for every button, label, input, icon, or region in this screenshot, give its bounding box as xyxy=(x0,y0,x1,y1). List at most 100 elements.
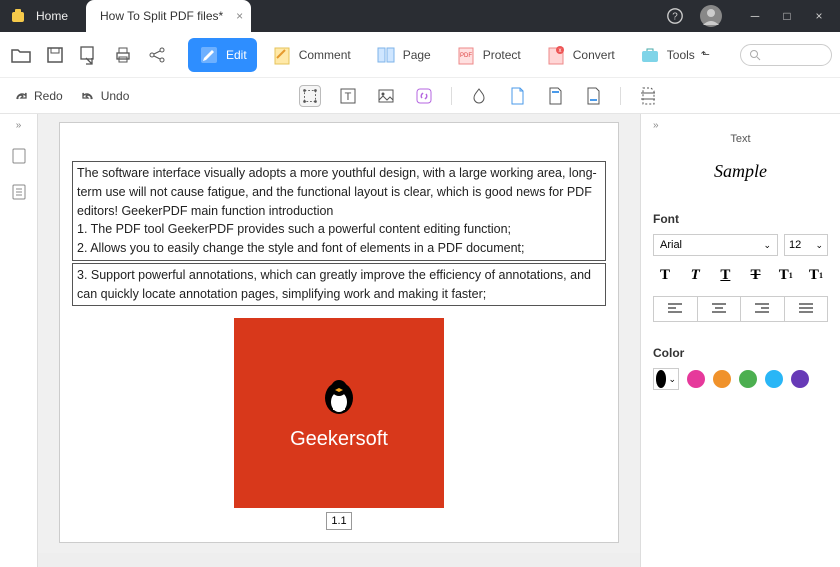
tab-edit-label: Edit xyxy=(226,48,247,62)
help-icon[interactable]: ? xyxy=(666,7,684,25)
convert-icon: x xyxy=(545,44,567,66)
document-scroll[interactable]: The software interface visually adopts a… xyxy=(38,114,640,553)
underline-button[interactable]: T xyxy=(713,264,737,286)
select-tool-icon[interactable] xyxy=(299,85,321,107)
svg-text:PDF: PDF xyxy=(460,53,472,59)
tab-protect-label: Protect xyxy=(483,48,521,62)
tab-convert[interactable]: x Convert xyxy=(535,38,625,72)
tab-comment[interactable]: Comment xyxy=(261,38,361,72)
outline-icon[interactable] xyxy=(8,181,30,203)
collapse-left-icon[interactable]: » xyxy=(16,120,22,131)
color-row: ⌄ xyxy=(653,368,828,390)
page-footer-icon[interactable] xyxy=(582,85,604,107)
logo-image[interactable]: Geekersoft xyxy=(234,318,444,508)
italic-button[interactable]: T xyxy=(683,264,707,286)
tab-tools-label: Tools xyxy=(667,48,695,62)
align-left-button[interactable] xyxy=(654,297,698,321)
separator xyxy=(451,87,452,105)
svg-text:?: ? xyxy=(672,12,678,23)
home-label[interactable]: Home xyxy=(36,9,68,23)
color-section-label: Color xyxy=(653,346,828,360)
undo-label: Undo xyxy=(101,89,130,103)
text-tool-icon[interactable]: T xyxy=(337,85,359,107)
sample-preview: Sample xyxy=(653,161,828,182)
protect-icon: PDF xyxy=(455,44,477,66)
chevron-down-icon: ⌄ xyxy=(815,240,823,251)
minimize-button[interactable]: ─ xyxy=(746,7,764,25)
watermark-icon[interactable] xyxy=(468,85,490,107)
superscript-button[interactable]: T1 xyxy=(774,264,798,286)
color-swatch[interactable] xyxy=(791,370,809,388)
page-number: 1.1 xyxy=(326,512,352,530)
crop-icon[interactable] xyxy=(637,85,659,107)
align-right-button[interactable] xyxy=(741,297,785,321)
tab-edit[interactable]: Edit xyxy=(188,38,257,72)
redo-label: Redo xyxy=(34,89,63,103)
align-center-button[interactable] xyxy=(698,297,742,321)
separator xyxy=(620,87,621,105)
ribbon: Edit Comment Page PDF Protect x Convert … xyxy=(0,32,840,78)
document-area: The software interface visually adopts a… xyxy=(38,114,640,567)
color-swatch[interactable] xyxy=(739,370,757,388)
edit-icon xyxy=(198,44,220,66)
undo-icon xyxy=(81,89,95,103)
avatar[interactable] xyxy=(700,5,722,27)
search-input[interactable] xyxy=(740,44,832,66)
page: The software interface visually adopts a… xyxy=(59,122,619,543)
close-icon[interactable]: × xyxy=(236,9,243,23)
logo-text: Geekersoft xyxy=(290,428,388,451)
tab-page-label: Page xyxy=(403,48,431,62)
strikethrough-button[interactable]: T xyxy=(744,264,768,286)
save-icon[interactable] xyxy=(44,44,66,66)
current-color-picker[interactable]: ⌄ xyxy=(653,368,679,390)
edit-toolbar: Redo Undo T xyxy=(0,78,840,114)
font-size-value: 12 xyxy=(789,239,801,251)
color-swatch[interactable] xyxy=(765,370,783,388)
collapse-right-icon[interactable]: » xyxy=(653,120,828,131)
redo-button[interactable]: Redo xyxy=(14,89,63,103)
undo-button[interactable]: Undo xyxy=(81,89,130,103)
penguin-icon xyxy=(319,376,359,416)
subscript-button[interactable]: T1 xyxy=(804,264,828,286)
tools-icon xyxy=(639,44,661,66)
titlebar: Home How To Split PDF files* × ? ─ □ × xyxy=(0,0,840,32)
share-icon[interactable] xyxy=(146,44,168,66)
document-tab[interactable]: How To Split PDF files* × xyxy=(86,0,251,32)
horizontal-scrollbar[interactable] xyxy=(38,553,640,567)
cursor-icon: ⬑ xyxy=(701,48,710,61)
tab-tools[interactable]: Tools ⬑ xyxy=(629,38,720,72)
app-icon xyxy=(8,6,28,26)
panel-title: Text xyxy=(653,133,828,145)
open-folder-icon[interactable] xyxy=(10,44,32,66)
svg-text:T: T xyxy=(345,91,352,103)
color-swatch[interactable] xyxy=(687,370,705,388)
new-page-icon[interactable] xyxy=(506,85,528,107)
left-rail: » xyxy=(0,114,38,567)
chevron-down-icon: ⌄ xyxy=(763,240,771,251)
maximize-button[interactable]: □ xyxy=(778,7,796,25)
color-swatch[interactable] xyxy=(713,370,731,388)
thumbnails-icon[interactable] xyxy=(8,145,30,167)
text-block-1[interactable]: The software interface visually adopts a… xyxy=(72,161,606,261)
tab-page[interactable]: Page xyxy=(365,38,441,72)
comment-icon xyxy=(271,44,293,66)
close-button[interactable]: × xyxy=(810,7,828,25)
align-justify-button[interactable] xyxy=(785,297,828,321)
image-tool-icon[interactable] xyxy=(375,85,397,107)
font-section-label: Font xyxy=(653,212,828,226)
font-family-select[interactable]: Arial ⌄ xyxy=(653,234,778,256)
font-name-value: Arial xyxy=(660,239,682,251)
tab-title: How To Split PDF files* xyxy=(100,9,223,23)
font-size-select[interactable]: 12 ⌄ xyxy=(784,234,828,256)
print-icon[interactable] xyxy=(112,44,134,66)
page-header-icon[interactable] xyxy=(544,85,566,107)
main-area: » The software interface visually adopts… xyxy=(0,114,840,567)
tab-protect[interactable]: PDF Protect xyxy=(445,38,531,72)
link-tool-icon[interactable] xyxy=(413,85,435,107)
save-as-icon[interactable] xyxy=(78,44,100,66)
tab-convert-label: Convert xyxy=(573,48,615,62)
text-block-2[interactable]: 3. Support powerful annotations, which c… xyxy=(72,263,606,307)
chevron-down-icon: ⌄ xyxy=(668,374,676,385)
bold-button[interactable]: T xyxy=(653,264,677,286)
search-icon xyxy=(749,49,761,61)
